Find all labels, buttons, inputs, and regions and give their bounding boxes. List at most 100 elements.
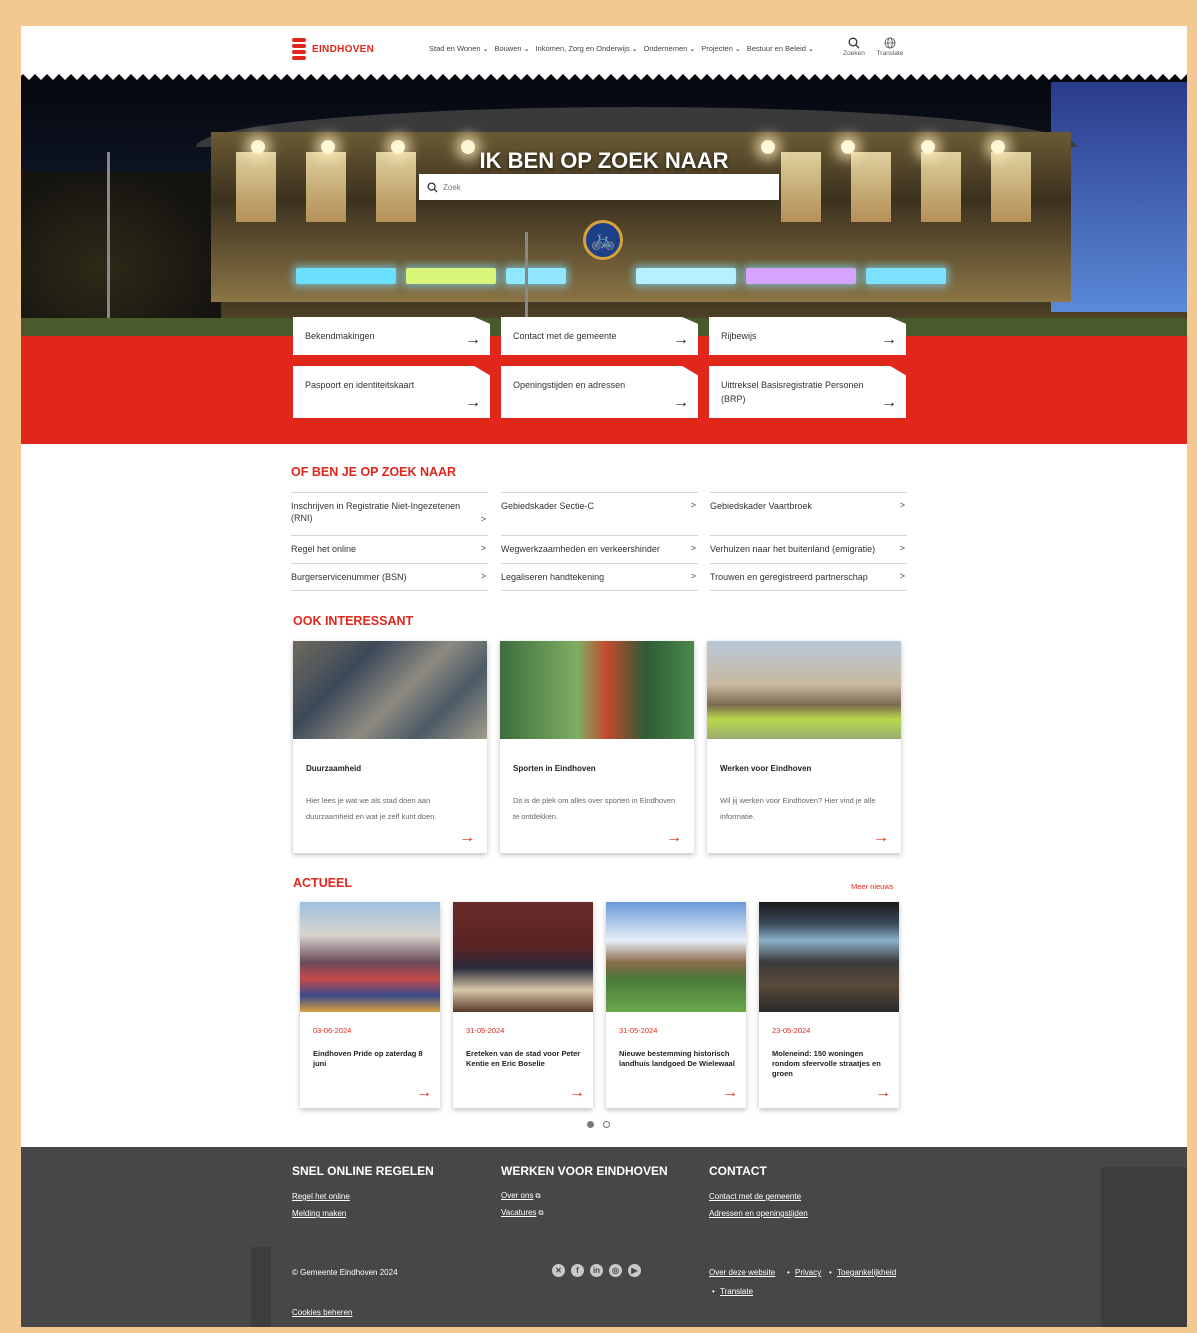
hero-search-bar[interactable]: [419, 174, 779, 200]
footer-link[interactable]: Regel het online: [292, 1192, 350, 1201]
footer-link[interactable]: Vacatures: [501, 1208, 536, 1217]
social-links: ✕ f in ◎ ▶: [552, 1264, 641, 1277]
news-card[interactable]: 23-05-2024 Moleneind: 150 woningen rondo…: [759, 902, 899, 1108]
site-footer: SNEL ONLINE REGELEN Regel het online Mel…: [21, 1147, 1187, 1327]
card-title: Werken voor Eindhoven: [720, 764, 812, 773]
translate-button[interactable]: Translate: [873, 37, 907, 57]
quick-link-rijbewijs[interactable]: Rijbewijs →: [709, 317, 906, 355]
sports-image: [500, 641, 694, 739]
card-description: Wil jij werken voor Eindhoven? Hier vind…: [720, 796, 876, 821]
link-emigratie[interactable]: Verhuizen naar het buitenland (emigratie…: [710, 535, 907, 562]
news-title: Ereteken van de stad voor Peter Kentie e…: [466, 1049, 581, 1068]
x-icon[interactable]: ✕: [552, 1264, 565, 1277]
link-legaliseren[interactable]: Legaliseren handtekening >: [501, 563, 698, 591]
link-bsn[interactable]: Burgerservicenummer (BSN) >: [291, 563, 488, 591]
link-rni[interactable]: Inschrijven in Registratie Niet-Ingezete…: [291, 492, 488, 531]
quick-link-label: Uittreksel Basisregistratie Personen (BR…: [721, 380, 864, 404]
link-label: Burgerservicenummer (BSN): [291, 572, 407, 582]
card-title: Sporten in Eindhoven: [513, 764, 596, 773]
chevron-right-icon: >: [480, 571, 486, 581]
city-portrait-image: [707, 641, 901, 739]
legal-link-translate[interactable]: Translate: [720, 1287, 753, 1296]
arrow-right-icon: →: [722, 1084, 738, 1101]
news-date: 31-05-2024: [619, 1026, 658, 1035]
nav-label: Bouwen: [494, 44, 522, 53]
facebook-icon[interactable]: f: [571, 1264, 584, 1277]
chevron-right-icon: >: [480, 514, 486, 524]
nav-label: Inkomen, Zorg en Onderwijs: [535, 44, 630, 53]
nav-label: Projecten: [701, 44, 733, 53]
section-title-interesting: OOK INTERESSANT: [293, 614, 414, 628]
search-input[interactable]: [443, 182, 771, 192]
link-label: Trouwen en geregistreerd partnerschap: [710, 572, 868, 582]
footer-link[interactable]: Contact met de gemeente: [709, 1192, 801, 1201]
quick-link-label: Bekendmakingen: [305, 331, 375, 341]
award-ceremony-image: [453, 902, 593, 1012]
nav-item-inkomen-zorg-onderwijs[interactable]: Inkomen, Zorg en Onderwijs ⌄: [535, 44, 637, 53]
youtube-icon[interactable]: ▶: [628, 1264, 641, 1277]
quick-link-openingstijden[interactable]: Openingstijden en adressen →: [501, 366, 698, 418]
section-title-search-more: OF BEN JE OP ZOEK NAAR: [291, 465, 457, 479]
nav-item-projecten[interactable]: Projecten ⌄: [701, 44, 741, 53]
legal-link-privacy[interactable]: Privacy: [795, 1268, 821, 1277]
quick-link-label: Contact met de gemeente: [513, 331, 617, 341]
chevron-down-icon: ⌄: [807, 45, 814, 53]
quick-link-brp[interactable]: Uittreksel Basisregistratie Personen (BR…: [709, 366, 906, 418]
external-link-icon: ⧉: [538, 1210, 544, 1217]
hero-banner: IK BEN OP ZOEK NAAR 🚲: [21, 72, 1187, 338]
link-vaartbroek[interactable]: Gebiedskader Vaartbroek >: [710, 492, 907, 519]
news-card[interactable]: 31-05-2024 Ereteken van de stad voor Pet…: [453, 902, 593, 1108]
footer-link[interactable]: Melding maken: [292, 1209, 346, 1218]
more-news-link[interactable]: Meer nieuws: [851, 882, 894, 891]
news-card[interactable]: 03-06-2024 Eindhoven Pride op zaterdag 8…: [300, 902, 440, 1108]
street-pole: [107, 152, 110, 332]
legal-link-toegankelijkheid[interactable]: Toegankelijkheid: [837, 1268, 896, 1277]
footer-link[interactable]: Over ons: [501, 1191, 533, 1200]
link-sectie-c[interactable]: Gebiedskader Sectie-C >: [501, 492, 698, 519]
link-label: Wegwerkzaamheden en verkeershinder: [501, 544, 660, 554]
chevron-down-icon: ⌄: [482, 45, 489, 53]
card-werken[interactable]: Werken voor Eindhoven Wil jij werken voo…: [707, 641, 901, 853]
linkedin-icon[interactable]: in: [590, 1264, 603, 1277]
neon-letters: [296, 268, 396, 284]
neon-letters: [506, 268, 566, 284]
carousel-dot-1[interactable]: [587, 1121, 594, 1128]
arrow-right-icon: →: [873, 829, 889, 846]
card-duurzaamheid[interactable]: Duurzaamheid Hier lees je wat we als sta…: [293, 641, 487, 853]
link-label: Gebiedskader Vaartbroek: [710, 501, 812, 511]
country-house-image: [606, 902, 746, 1012]
news-card[interactable]: 31-05-2024 Nieuwe bestemming historisch …: [606, 902, 746, 1108]
chevron-right-icon: >: [690, 500, 696, 510]
link-regel-online[interactable]: Regel het online >: [291, 535, 488, 562]
neon-letters: [636, 268, 736, 284]
instagram-icon[interactable]: ◎: [609, 1264, 622, 1277]
footer-link[interactable]: Adressen en openingstijden: [709, 1209, 808, 1218]
chevron-down-icon: ⌄: [689, 45, 696, 53]
card-sporten[interactable]: Sporten in Eindhoven Dit is de plek om a…: [500, 641, 694, 853]
search-label: Zoeken: [843, 50, 865, 57]
legal-link-over[interactable]: Over deze website: [709, 1268, 775, 1277]
link-wegwerkzaamheden[interactable]: Wegwerkzaamheden en verkeershinder >: [501, 535, 698, 562]
chevron-down-icon: ⌄: [734, 45, 741, 53]
nav-item-ondernemen[interactable]: Ondernemen ⌄: [644, 44, 696, 53]
nav-item-bestuur-en-beleid[interactable]: Bestuur en Beleid ⌄: [747, 44, 814, 53]
search-button[interactable]: Zoeken: [837, 37, 871, 57]
cookies-link[interactable]: Cookies beheren: [292, 1308, 352, 1317]
nav-item-stad-en-wonen[interactable]: Stad en Wonen ⌄: [429, 44, 488, 53]
site-header: EINDHOVEN Stad en Wonen ⌄ Bouwen ⌄ Inkomen…: [21, 26, 1187, 72]
news-date: 23-05-2024: [772, 1026, 811, 1035]
link-trouwen[interactable]: Trouwen en geregistreerd partnerschap >: [710, 563, 907, 591]
building-silhouette: [1101, 1167, 1187, 1327]
link-label: Inschrijven in Registratie Niet-Ingezete…: [291, 501, 461, 523]
section-title-news: ACTUEEL: [293, 876, 353, 890]
site-logo[interactable]: EINDHOVEN: [292, 38, 374, 60]
quick-link-bekendmakingen[interactable]: Bekendmakingen →: [293, 317, 490, 355]
quick-link-contact[interactable]: Contact met de gemeente →: [501, 317, 698, 355]
hero-title: IK BEN OP ZOEK NAAR: [479, 148, 729, 173]
arrow-right-icon: →: [875, 1084, 891, 1101]
card-description: Dit is de plek om alles over sporten in …: [513, 796, 676, 821]
chevron-right-icon: >: [899, 571, 905, 581]
quick-link-paspoort[interactable]: Paspoort en identiteitskaart →: [293, 366, 490, 418]
carousel-dot-2[interactable]: [603, 1121, 610, 1128]
nav-item-bouwen[interactable]: Bouwen ⌄: [494, 44, 529, 53]
